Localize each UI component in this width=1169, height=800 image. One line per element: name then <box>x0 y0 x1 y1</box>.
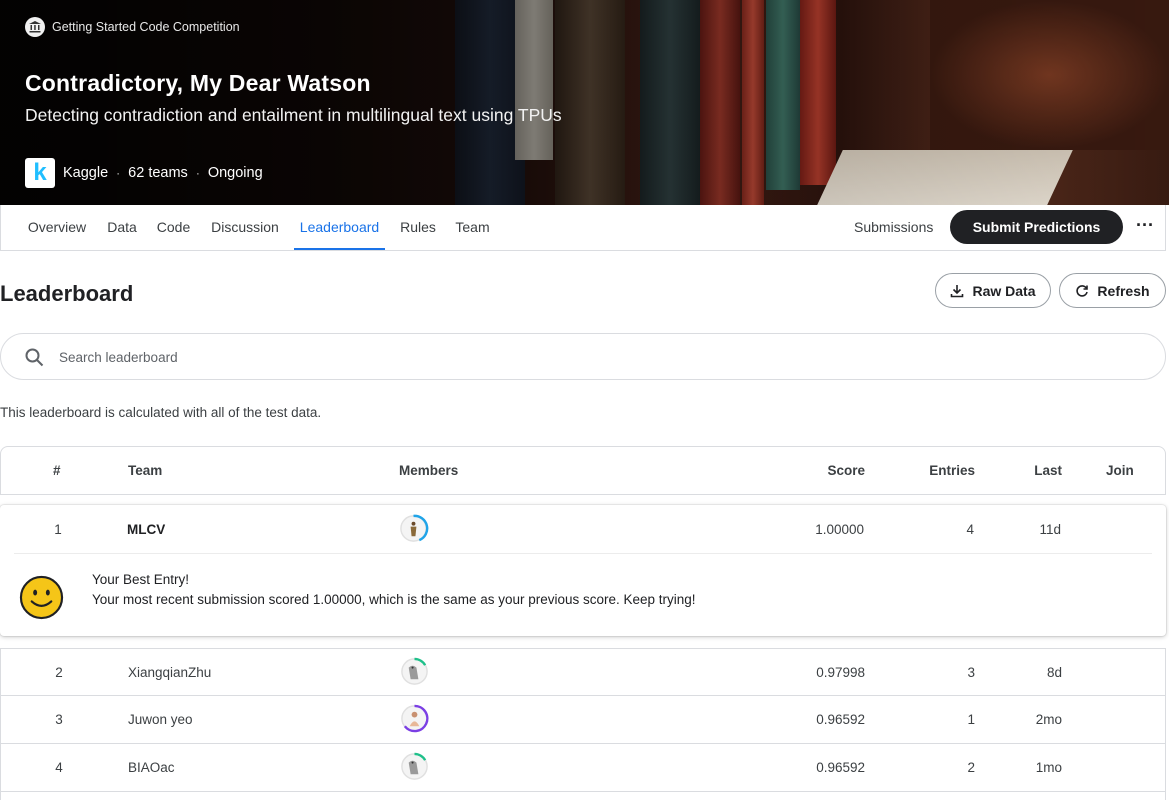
rank: 1 <box>54 522 62 537</box>
column-header-members: Members <box>399 463 459 478</box>
smiley-face-icon <box>19 575 64 620</box>
host-name[interactable]: Kaggle <box>63 165 108 181</box>
competition-status: Ongoing <box>207 165 263 181</box>
submissions-link[interactable]: Submissions <box>854 205 933 250</box>
member-avatar-icon[interactable] <box>399 703 430 734</box>
search-icon <box>25 348 44 367</box>
competition-nav: Overview Data Code Discussion Leaderboar… <box>0 205 1166 251</box>
team-name[interactable]: MLCV <box>127 522 165 537</box>
divider <box>14 553 1152 554</box>
table-row[interactable]: 2 XiangqianZhu 0.97998 3 8d <box>0 648 1166 696</box>
competition-type: Getting Started Code Competition <box>25 17 240 37</box>
kaggle-logo-icon[interactable]: k <box>25 158 55 188</box>
search-input[interactable] <box>59 344 1139 370</box>
member-avatar-icon[interactable] <box>399 751 430 782</box>
entries: 4 <box>966 522 974 537</box>
submit-predictions-button[interactable]: Submit Predictions <box>950 210 1123 244</box>
tab-data[interactable]: Data <box>106 205 138 250</box>
team-name[interactable]: Juwon yeo <box>128 712 193 727</box>
score: 1.00000 <box>815 522 864 537</box>
entries: 3 <box>967 665 975 680</box>
column-header-rank[interactable]: # <box>53 447 61 496</box>
competition-subtitle: Detecting contradiction and entailment i… <box>25 105 562 125</box>
separator-dot: · <box>116 166 121 180</box>
column-header-last[interactable]: Last <box>1011 447 1062 496</box>
institution-icon <box>25 17 45 37</box>
member-avatar-icon[interactable] <box>398 513 429 544</box>
last-submission: 1mo <box>1035 760 1062 775</box>
team-name[interactable]: XiangqianZhu <box>128 665 211 680</box>
tab-leaderboard[interactable]: Leaderboard <box>294 205 385 250</box>
tab-overview[interactable]: Overview <box>26 205 88 250</box>
refresh-icon <box>1076 284 1089 297</box>
raw-data-button[interactable]: Raw Data <box>935 273 1051 308</box>
competition-header: Getting Started Code Competition Contrad… <box>0 0 1169 205</box>
host-row: k Kaggle · 62 teams · Ongoing <box>25 158 263 188</box>
search-bar <box>0 333 1166 380</box>
refresh-label: Refresh <box>1097 282 1150 299</box>
rank: 4 <box>55 760 63 775</box>
score: 0.96592 <box>816 760 865 775</box>
tab-discussion[interactable]: Discussion <box>210 205 280 250</box>
entries: 2 <box>967 760 975 775</box>
separator-dot: · <box>195 166 200 180</box>
table-row[interactable] <box>0 792 1166 800</box>
more-options-icon[interactable]: ··· <box>1133 213 1157 241</box>
team-name[interactable]: BIAOac <box>128 760 175 775</box>
score: 0.96592 <box>816 712 865 727</box>
table-row[interactable]: 3 Juwon yeo 0.96592 1 2mo <box>0 696 1166 744</box>
table-row-highlighted[interactable]: 1 MLCV 1.00000 4 11d Your Best Entry! Yo… <box>0 505 1166 636</box>
team-count: 62 teams <box>128 165 188 181</box>
score: 0.97998 <box>816 665 865 680</box>
download-icon <box>951 284 964 297</box>
best-entry-title: Your Best Entry! <box>92 572 190 587</box>
column-header-team[interactable]: Team <box>128 447 162 496</box>
page-title: Leaderboard <box>0 281 134 306</box>
last-submission: 11d <box>1039 522 1061 537</box>
last-submission: 8d <box>1046 665 1062 680</box>
refresh-button[interactable]: Refresh <box>1059 273 1166 308</box>
table-header: # Team Members Score Entries Last Join <box>0 446 1166 495</box>
raw-data-label: Raw Data <box>972 282 1036 299</box>
rank: 3 <box>55 712 63 727</box>
leaderboard-note: This leaderboard is calculated with all … <box>0 405 322 420</box>
member-avatar-icon[interactable] <box>399 656 430 687</box>
rank: 2 <box>55 665 63 680</box>
entries: 1 <box>967 712 975 727</box>
last-submission: 2mo <box>1035 712 1062 727</box>
tab-team[interactable]: Team <box>455 205 490 250</box>
tab-code[interactable]: Code <box>156 205 191 250</box>
competition-type-label: Getting Started Code Competition <box>52 20 240 34</box>
best-entry-message: Your most recent submission scored 1.000… <box>92 592 696 607</box>
competition-title: Contradictory, My Dear Watson <box>25 70 371 96</box>
column-header-entries[interactable]: Entries <box>921 447 975 496</box>
banner-content: Getting Started Code Competition Contrad… <box>25 0 1169 205</box>
table-row[interactable]: 4 BIAOac 0.96592 2 1mo <box>0 744 1166 792</box>
tab-rules[interactable]: Rules <box>400 205 436 250</box>
column-header-score[interactable]: Score <box>771 447 865 496</box>
column-header-join: Join <box>1106 463 1134 478</box>
